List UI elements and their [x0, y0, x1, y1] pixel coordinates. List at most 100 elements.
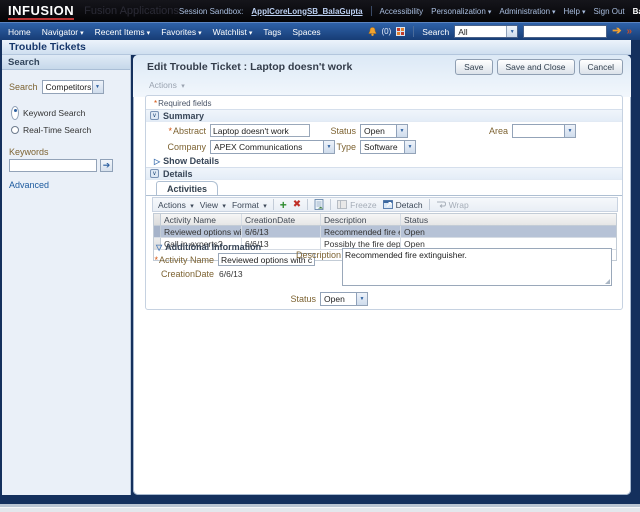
search-sidebar: Search Search Competitors ▼ Keyword Sear…	[2, 55, 131, 495]
abstract-input[interactable]	[210, 124, 310, 137]
divider	[272, 199, 274, 210]
window-bottom-edge	[0, 507, 640, 512]
divider	[413, 26, 415, 37]
infusion-logo: INFUSION	[8, 2, 75, 20]
keywords-input[interactable]	[9, 159, 97, 172]
additional-information-header[interactable]: ▽ Additional Information	[156, 242, 261, 252]
chevron-down-icon[interactable]: ▼	[396, 125, 407, 137]
summary-section-header[interactable]: ∨ Summary	[146, 109, 622, 122]
global-search-input[interactable]	[523, 25, 608, 38]
edit-trouble-ticket-panel: Edit Trouble Ticket : Laptop doesn't wor…	[133, 55, 631, 495]
nav-navigator[interactable]: Navigator ▾	[42, 27, 84, 37]
search-go-icon[interactable]: ➔	[612, 26, 621, 37]
search-category-label: Search	[9, 82, 38, 92]
divider	[370, 6, 372, 16]
tab-activities[interactable]: Activities	[156, 181, 219, 195]
help-menu[interactable]: Help ▾	[564, 7, 586, 16]
resize-handle[interactable]	[605, 279, 610, 284]
chevron-down-icon[interactable]: ▼	[564, 125, 575, 137]
area-select[interactable]: ▼	[512, 124, 576, 138]
sidebar-search-header: Search	[2, 55, 130, 70]
chevron-down-icon: ▾	[248, 29, 253, 37]
column-header-status[interactable]: Status	[401, 214, 616, 225]
show-details-link[interactable]: ▷ Show Details	[154, 156, 219, 166]
search-scope-select[interactable]: All ▼	[454, 25, 519, 38]
toolbar-view-menu[interactable]: View ▾	[200, 200, 226, 210]
toolbar-actions-menu[interactable]: Actions ▾	[158, 200, 194, 210]
area-label: Area	[488, 126, 508, 136]
personalization-menu[interactable]: Personalization ▾	[431, 7, 491, 16]
chevron-down-icon: ▾	[222, 202, 226, 210]
keyword-search-radio[interactable]: Keyword Search	[11, 106, 130, 120]
delete-row-icon[interactable]: ✖	[293, 199, 301, 210]
chevron-down-icon: ▾	[198, 29, 202, 37]
column-header-activity-name[interactable]: Activity Name	[161, 214, 242, 225]
nav-spaces[interactable]: Spaces	[292, 27, 320, 37]
table-row[interactable]: Reviewed options with customer 6/6/13 Re…	[154, 226, 616, 238]
chevron-down-icon: ▾	[263, 202, 267, 210]
creationdate-value: 6/6/13	[219, 269, 243, 279]
additional-status-select[interactable]: Open ▼	[320, 292, 368, 306]
activity-name-label: *Activity Name	[154, 254, 214, 265]
chevron-down-icon[interactable]: ▼	[91, 81, 103, 93]
actions-menu[interactable]: Actions ▾	[149, 80, 185, 90]
chevron-down-icon[interactable]: ▼	[506, 26, 518, 37]
realtime-search-radio[interactable]: Real-Time Search	[11, 125, 130, 135]
status-select[interactable]: Open ▼	[360, 124, 408, 138]
details-section-header[interactable]: ∨ Details	[146, 167, 622, 180]
collapse-icon[interactable]: ∨	[150, 111, 159, 120]
notification-count: (0)	[381, 27, 392, 36]
keywords-go-button[interactable]: ➔	[100, 159, 113, 172]
wrap-button[interactable]: Wrap	[436, 200, 469, 210]
favorites-grid-icon[interactable]	[396, 27, 406, 36]
accessibility-link[interactable]: Accessibility	[380, 7, 424, 16]
description-textarea[interactable]: Recommended fire extinguisher.	[342, 248, 612, 286]
required-fields-note: *Required fields	[154, 99, 212, 108]
toolbar-format-menu[interactable]: Format ▾	[232, 200, 267, 210]
export-to-excel-icon[interactable]	[314, 199, 324, 210]
user-name: Bala Gupta	[632, 6, 640, 16]
main-navbar: Home Navigator ▾ Recent Items ▾ Favorites ▾…	[0, 22, 640, 40]
chevron-down-icon: ▾	[80, 29, 84, 37]
nav-tags[interactable]: Tags	[263, 27, 281, 37]
save-and-close-button[interactable]: Save and Close	[496, 59, 575, 75]
chevron-down-icon[interactable]: ▼	[404, 141, 415, 153]
row-selector[interactable]	[154, 226, 161, 237]
chevron-down-icon: ▾	[146, 29, 151, 37]
chevron-down-icon: ▾	[181, 83, 185, 90]
row-header-column	[154, 214, 161, 225]
details-tab-bar: Activities	[146, 181, 622, 196]
nav-watchlist[interactable]: Watchlist ▾	[213, 27, 253, 37]
radio-selected-icon[interactable]	[11, 106, 19, 120]
advanced-search-icon[interactable]: »	[626, 26, 632, 37]
column-header-description[interactable]: Description	[321, 214, 401, 225]
cancel-button[interactable]: Cancel	[578, 59, 623, 75]
sign-out-link[interactable]: Sign Out	[594, 7, 625, 16]
edit-ticket-title: Edit Trouble Ticket : Laptop doesn't wor…	[147, 61, 353, 73]
type-select[interactable]: Software ▼	[360, 140, 416, 154]
save-button[interactable]: Save	[455, 59, 493, 75]
nav-recent-items[interactable]: Recent Items ▾	[95, 27, 151, 37]
administration-menu[interactable]: Administration ▾	[499, 7, 555, 16]
creationdate-label: CreationDate	[160, 269, 214, 279]
advanced-search-link[interactable]: Advanced	[9, 180, 49, 190]
chevron-down-icon: ▾	[552, 8, 556, 16]
chevron-down-icon[interactable]: ▼	[356, 293, 367, 305]
detach-button[interactable]: Detach	[382, 200, 423, 210]
notifications-bell-icon[interactable]	[367, 26, 377, 37]
nav-home[interactable]: Home	[8, 27, 31, 37]
chevron-down-icon: ▾	[487, 8, 492, 16]
application-window: INFUSION Fusion Applications Session San…	[0, 0, 640, 512]
session-sandbox-label: Session Sandbox:	[178, 6, 244, 16]
add-row-icon[interactable]: +	[280, 199, 287, 211]
nav-favorites[interactable]: Favorites ▾	[161, 27, 201, 37]
column-header-creationdate[interactable]: CreationDate	[242, 214, 321, 225]
divider	[428, 199, 430, 210]
collapse-icon[interactable]: ∨	[150, 169, 159, 178]
divider	[307, 199, 309, 210]
session-sandbox-link[interactable]: ApplCoreLongSB_BalaGupta	[251, 7, 362, 16]
freeze-button[interactable]: Freeze	[337, 200, 377, 210]
radio-icon[interactable]	[11, 126, 19, 134]
search-category-select[interactable]: Competitors ▼	[41, 80, 104, 94]
company-label: Company	[167, 142, 206, 152]
